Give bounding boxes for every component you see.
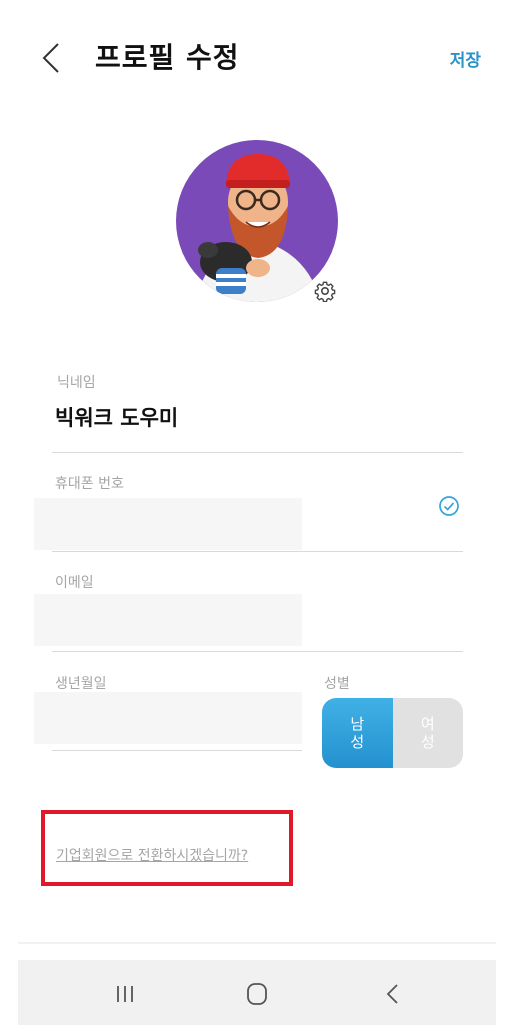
nav-back-button[interactable] [378, 980, 408, 1008]
save-button[interactable]: 저장 [450, 46, 481, 71]
convert-business-link[interactable]: 기업회원으로 전환하시겠습니까? [56, 845, 248, 865]
phone-label: 휴대폰 번호 [55, 476, 124, 492]
phone-divider [52, 551, 463, 552]
page-title: 프로필 수정 [95, 41, 240, 74]
chevron-left-icon [42, 43, 59, 73]
phone-input[interactable] [34, 498, 302, 550]
gender-male-button[interactable]: 남 성 [322, 698, 393, 768]
gender-male-char-1: 남 [350, 715, 365, 733]
nickname-divider [52, 452, 463, 453]
email-label: 이메일 [55, 575, 94, 591]
nickname-value[interactable]: 빅워크 도우미 [55, 402, 178, 432]
birthdate-divider [52, 750, 302, 751]
profile-avatar-image [176, 140, 338, 302]
birthdate-input[interactable] [34, 692, 302, 744]
gender-female-char-2: 성 [420, 733, 435, 751]
email-divider [52, 651, 463, 652]
email-input[interactable] [34, 594, 302, 646]
back-button[interactable] [38, 40, 64, 76]
profile-avatar-area[interactable] [176, 140, 346, 310]
nickname-label: 닉네임 [57, 375, 96, 391]
bottom-divider [18, 942, 496, 944]
check-circle-icon [439, 496, 459, 516]
gender-label: 성별 [324, 676, 350, 692]
phone-verified [438, 495, 460, 517]
avatar-settings-button[interactable] [314, 280, 336, 303]
gear-icon [314, 281, 336, 303]
gender-female-char-1: 여 [420, 715, 435, 733]
back-icon [386, 984, 398, 1004]
gender-male-char-2: 성 [350, 733, 365, 751]
recent-apps-button[interactable] [110, 980, 140, 1008]
home-button[interactable] [242, 980, 272, 1008]
home-icon [247, 983, 267, 1005]
system-nav-bar [18, 960, 496, 1025]
recent-apps-icon [117, 986, 133, 1002]
gender-female-button[interactable]: 여 성 [392, 698, 463, 768]
birthdate-label: 생년월일 [55, 676, 107, 692]
gender-toggle: 남 성 여 성 [322, 698, 463, 768]
app-header: 프로필 수정 저장 [0, 0, 513, 120]
